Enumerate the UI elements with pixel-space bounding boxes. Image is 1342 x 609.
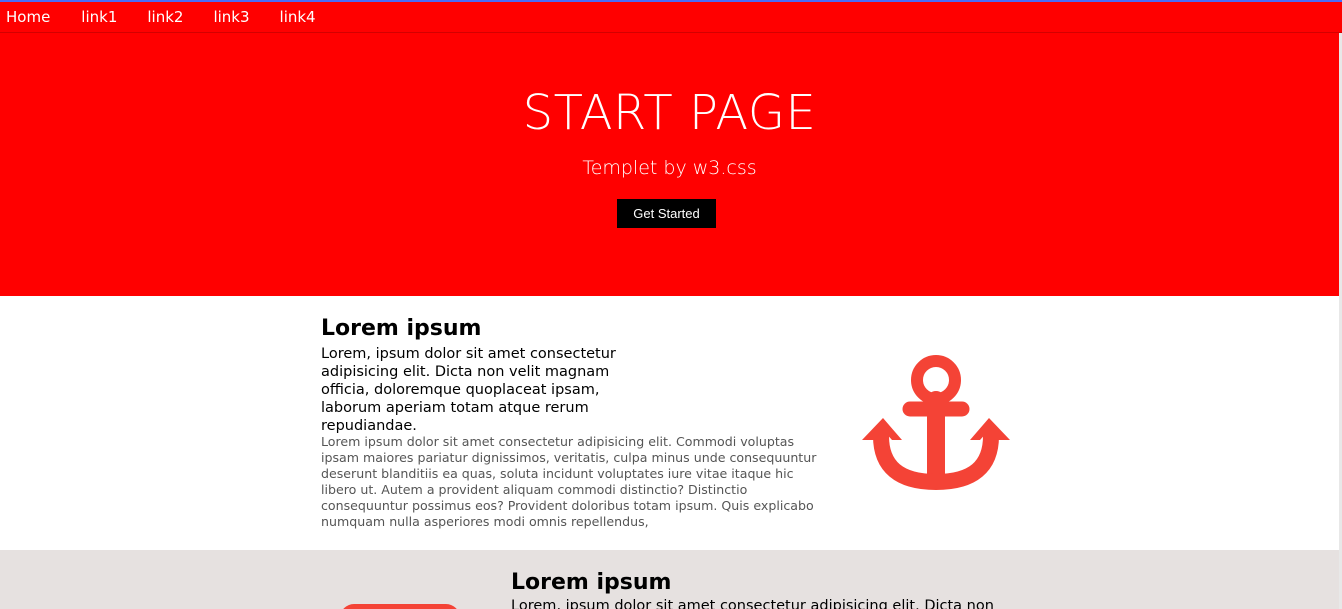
- get-started-button[interactable]: Get Started: [617, 199, 716, 228]
- hero-subtitle: Templet by w3.css: [582, 157, 757, 179]
- section-2-icon: [340, 604, 460, 609]
- nav-link-home[interactable]: Home: [0, 2, 66, 32]
- section-1-lead-text: Lorem, ipsum dolor sit amet consectetur …: [321, 346, 616, 434]
- anchor-icon: [856, 348, 1016, 498]
- hero-section: START PAGE Templet by w3.css Get Started: [0, 33, 1339, 296]
- content-section-2: Lorem ipsum Lorem, ipsum dolor sit amet …: [0, 550, 1339, 609]
- nav-link-1[interactable]: link1: [66, 2, 132, 32]
- section-2-text: Lorem, ipsum dolor sit amet consectetur …: [511, 598, 994, 609]
- nav-link-3[interactable]: link3: [198, 2, 264, 32]
- nav-link-2[interactable]: link2: [132, 2, 198, 32]
- hero-title: START PAGE: [522, 85, 817, 141]
- section-1-heading: Lorem ipsum: [321, 316, 482, 341]
- section-1-body-text: Lorem ipsum dolor sit amet consectetur a…: [321, 434, 817, 529]
- content-section-1: Lorem ipsum Lorem, ipsum dolor sit amet …: [0, 296, 1339, 550]
- top-navbar: Home link1 link2 link3 link4: [0, 2, 1342, 33]
- nav-link-4[interactable]: link4: [265, 2, 331, 32]
- section-2-heading: Lorem ipsum: [511, 570, 672, 595]
